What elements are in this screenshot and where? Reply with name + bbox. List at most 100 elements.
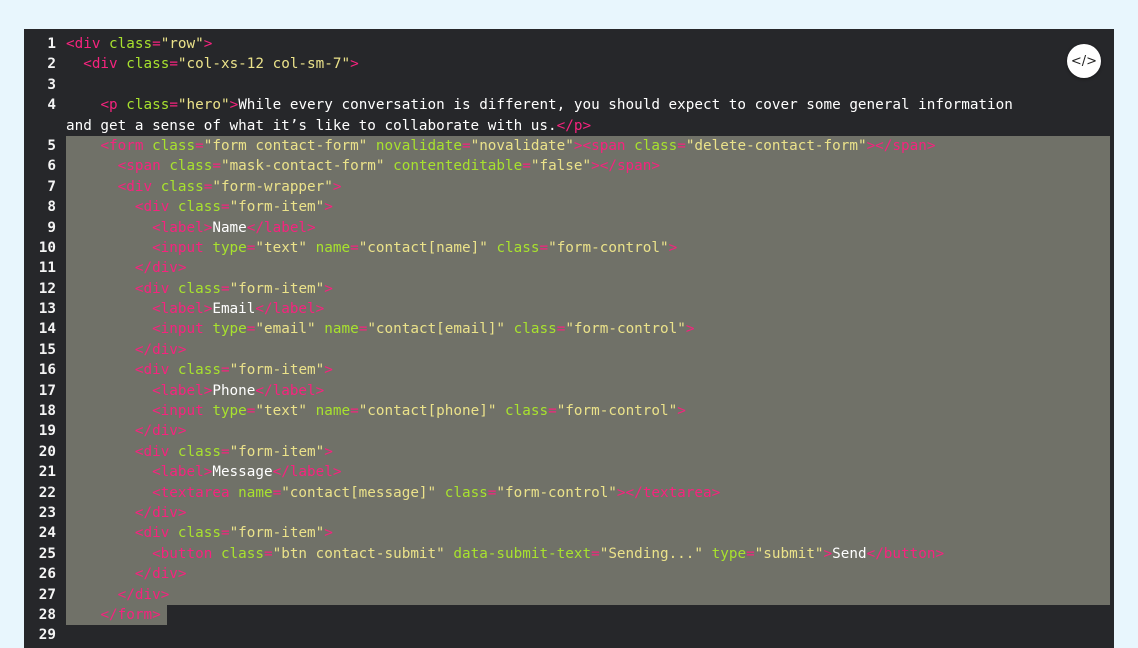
code-editor[interactable]: </> 1 <div class="row"> 2 <div class="col-… <box>24 29 1114 648</box>
code-token: = <box>169 97 178 114</box>
code-token: class <box>505 403 549 420</box>
code-line: 22 <textarea name="contact[message]" cla… <box>24 482 1114 503</box>
line-number: 20 <box>38 443 56 460</box>
code-token: Name <box>212 219 247 236</box>
code-token: > <box>324 362 333 379</box>
code-text: <form class="form contact-form" novalida… <box>66 136 935 156</box>
code-line: 2 <div class="col-xs-12 col-sm-7"> <box>24 54 1114 74</box>
code-line: 19 </div> <box>24 421 1114 442</box>
line-number: 12 <box>38 280 56 297</box>
code-token: = <box>220 280 230 297</box>
line-number: 19 <box>38 423 56 440</box>
code-line: 25 <button class="btn contact-submit" da… <box>24 543 1114 565</box>
code-text: <div class="col-xs-12 col-sm-7"> <box>66 54 358 74</box>
code-line: 28 </form> <box>24 604 1114 626</box>
code-token: Phone <box>212 382 256 399</box>
code-token: = <box>350 239 359 256</box>
code-token: <input <box>152 321 213 338</box>
code-token: "form contact-form" <box>203 137 368 154</box>
code-token: Send <box>832 545 867 562</box>
code-token: While every conversation is different, y… <box>238 97 1013 114</box>
code-token: = <box>548 403 557 420</box>
code-text: </div> <box>66 421 187 441</box>
code-token: class <box>177 525 221 542</box>
code-token: class <box>177 199 221 216</box>
code-line: 18 <input type="text" name="contact[phon… <box>24 401 1114 422</box>
code-text: </div> <box>66 258 187 278</box>
embed-code-button[interactable]: </> <box>1067 44 1101 78</box>
code-text: <input type="text" name="contact[name]" … <box>66 238 677 258</box>
code-token: name <box>315 403 351 420</box>
code-token: <textarea <box>152 484 239 501</box>
code-token: name <box>324 321 359 338</box>
code-text: </div> <box>66 340 187 360</box>
code-token: "mask-contact-form" <box>220 158 385 175</box>
code-token: = <box>461 137 471 154</box>
code-line: 23 </div> <box>24 502 1114 524</box>
code-token: = <box>169 56 178 73</box>
code-token: > <box>324 199 333 216</box>
code-token: > <box>823 545 833 562</box>
code-token: "form-item" <box>229 199 325 216</box>
code-token: class <box>220 545 264 562</box>
code-token: class <box>126 56 170 73</box>
code-token: "contact[phone]" <box>358 403 497 420</box>
code-token: "form-control" <box>565 321 686 338</box>
code-line: 5 <form class="form contact-form" novali… <box>24 135 1114 157</box>
code-token: = <box>522 158 531 175</box>
code-line: 8 <div class="form-item"> <box>24 197 1114 218</box>
code-token: <div <box>134 525 178 542</box>
line-number: 17 <box>38 382 56 399</box>
code-token: <div <box>66 36 110 52</box>
code-token: = <box>350 403 359 420</box>
line-number: 22 <box>38 484 56 501</box>
code-token: class <box>177 280 221 297</box>
code-token: = <box>539 239 549 256</box>
code-token: </div> <box>134 566 187 583</box>
code-line: 17 <label>Phone</label> <box>24 380 1114 402</box>
code-token: = <box>264 545 273 562</box>
line-number: 9 <box>47 219 56 236</box>
code-line: 29 <box>24 625 1114 645</box>
code-line: 27 </div> <box>24 584 1114 605</box>
line-number: 7 <box>47 178 56 195</box>
code-text: <label>Name</label> <box>66 218 316 238</box>
code-token: "false" <box>530 158 592 175</box>
code-token: > <box>668 239 678 256</box>
code-token: <form <box>100 137 153 154</box>
code-text: <div class="form-item"> <box>66 279 333 299</box>
code-token: "form-control" <box>556 403 678 420</box>
code-token: ><span <box>573 137 635 154</box>
selection-highlight <box>66 564 1110 585</box>
code-token: "Sending..." <box>599 545 704 562</box>
code-token: class <box>109 36 153 52</box>
code-text: <span class="mask-contact-form" contente… <box>66 156 660 176</box>
code-line: 12 <div class="form-item"> <box>24 278 1114 300</box>
line-number: 4 <box>47 97 56 114</box>
line-number: 26 <box>38 566 56 583</box>
code-token: "col-xs-12 col-sm-7" <box>177 56 351 73</box>
selection-highlight <box>66 502 1110 524</box>
code-text: <button class="btn contact-submit" data-… <box>66 544 944 564</box>
code-token: data-submit-text <box>453 545 592 562</box>
code-token: class <box>444 484 488 501</box>
code-token: <div <box>134 362 178 379</box>
code-token: <button <box>152 545 221 562</box>
selection-highlight <box>66 339 1110 361</box>
code-token: <label> <box>152 382 213 399</box>
code-token: name <box>238 484 273 501</box>
code-token: ></span> <box>866 137 936 154</box>
